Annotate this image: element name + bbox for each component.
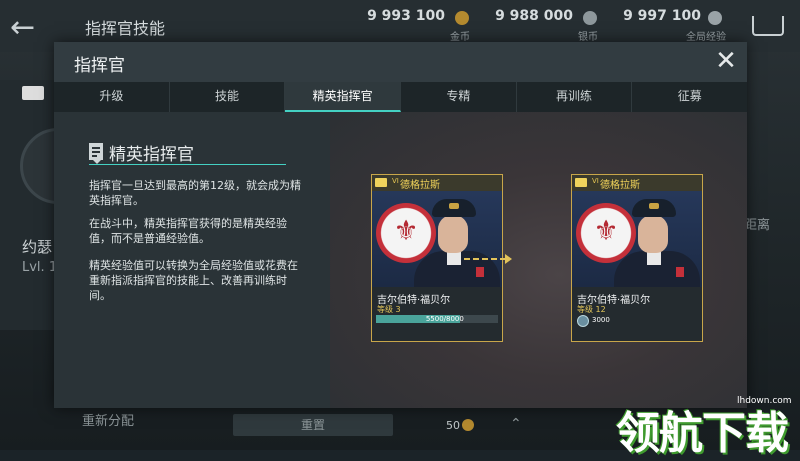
nation-flag-icon — [575, 178, 587, 187]
gold-icon-small — [462, 419, 474, 431]
commander-level-bg: Lvl. 1 — [22, 260, 58, 275]
modal-header: 指挥官 ✕ — [54, 42, 747, 82]
card-tier: VI — [592, 177, 599, 185]
reset-button[interactable]: 重置 — [233, 414, 393, 436]
tab-retrain[interactable]: 再训练 — [517, 82, 633, 112]
section-header: 精英指挥官 — [89, 140, 286, 165]
global-xp-amount: 9 997 100 — [623, 8, 701, 24]
card-header: VI 德格拉斯 — [372, 175, 502, 191]
paragraph-3: 精英经验值可以转换为全局经验值或花费在重新指派指挥官的技能上、改善再训练时间。 — [89, 259, 298, 302]
commander-name-bg: 约瑟 — [22, 238, 53, 256]
right-hint-text: 距离 — [744, 218, 771, 233]
screen-title: 指挥官技能 — [85, 19, 166, 38]
card-info: 吉尔伯特·福贝尔 等级 3 5500/8000 — [372, 287, 502, 341]
card-header: VI 德格拉斯 — [572, 175, 702, 191]
card-nation: 德格拉斯 — [600, 180, 640, 191]
card-info: 吉尔伯特·福贝尔 等级 12 3000 — [572, 287, 702, 341]
modal-title: 指挥官 — [74, 56, 125, 76]
tab-upgrade[interactable]: 升级 — [54, 82, 170, 112]
reset-cost: 50 — [446, 419, 460, 432]
gold-icon — [455, 11, 469, 25]
xp-progress-bar: 5500/8000 — [376, 315, 498, 323]
paragraph-2: 在战斗中，精英指挥官获得的是精英经验值，而不是普通经验值。 — [89, 217, 287, 245]
arrow-right-icon — [505, 254, 512, 264]
elite-xp-value: 3000 — [592, 316, 610, 324]
cart-icon[interactable] — [752, 16, 784, 36]
tab-skills[interactable]: 技能 — [170, 82, 286, 112]
info-pane: 精英指挥官 指挥官一旦达到最高的第12级，就会成为精英指挥官。 在战斗中，精英指… — [54, 112, 330, 408]
silver-amount: 9 988 000 — [495, 8, 573, 24]
flag-icon — [22, 86, 44, 100]
gold-amount: 9 993 100 — [367, 8, 445, 24]
document-icon — [89, 143, 103, 164]
fleur-de-lis-emblem-icon: ⚜ — [376, 203, 436, 263]
fleur-de-lis-emblem-icon: ⚜ — [576, 203, 636, 263]
commander-level: 等级 12 — [577, 305, 606, 314]
tab-elite-commander[interactable]: 精英指挥官 — [285, 82, 402, 112]
silver-icon — [583, 11, 597, 25]
commander-card-bg — [0, 80, 54, 330]
reset-label: 重置 — [300, 418, 325, 432]
close-icon[interactable]: ✕ — [711, 46, 741, 76]
tab-bar: 升级 技能 精英指挥官 专精 再训练 征募 — [54, 82, 747, 112]
commander-portrait: ⚜ — [372, 191, 502, 287]
commander-card-after: VI 德格拉斯 ⚜ 吉尔伯特·福贝尔 等级 12 3000 — [571, 174, 703, 342]
section-title: 精英指挥官 — [109, 145, 194, 165]
elite-xp-icon — [577, 315, 589, 327]
commander-portrait: ⚜ — [572, 191, 702, 287]
chevron-up-icon[interactable]: ⌃ — [510, 416, 522, 432]
tab-specialization[interactable]: 专精 — [401, 82, 517, 112]
card-tier: VI — [392, 177, 399, 185]
back-arrow-icon[interactable]: ← — [10, 10, 35, 45]
paragraph-1: 指挥官一旦达到最高的第12级，就会成为精英指挥官。 — [89, 179, 301, 207]
global-xp-label: 全局经验 — [686, 32, 726, 43]
silver-label: 银币 — [578, 32, 598, 43]
nation-flag-icon — [375, 178, 387, 187]
xp-text: 5500/8000 — [425, 315, 464, 323]
transition-arrow — [464, 258, 506, 260]
gold-label: 金币 — [450, 32, 470, 43]
redistribute-label[interactable]: 重新分配 — [82, 410, 134, 429]
card-nation: 德格拉斯 — [400, 180, 440, 191]
global-xp-icon — [708, 11, 722, 25]
tab-recruit[interactable]: 征募 — [632, 82, 747, 112]
watermark-logo: 领航下载 — [616, 408, 789, 459]
